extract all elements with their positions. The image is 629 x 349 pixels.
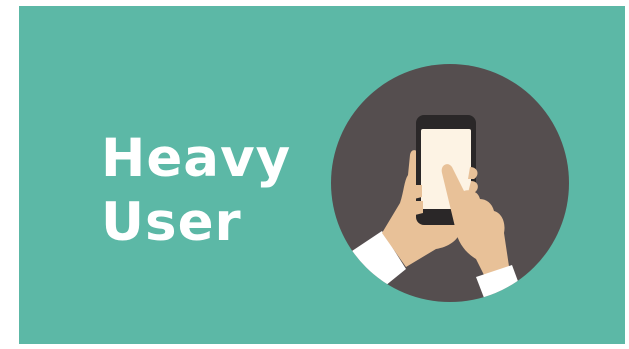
slide: Heavy User	[19, 6, 625, 344]
title-line-heavy: Heavy	[101, 128, 292, 189]
title-line-user: User	[101, 192, 242, 253]
hands-holding-smartphone-icon	[330, 63, 570, 303]
